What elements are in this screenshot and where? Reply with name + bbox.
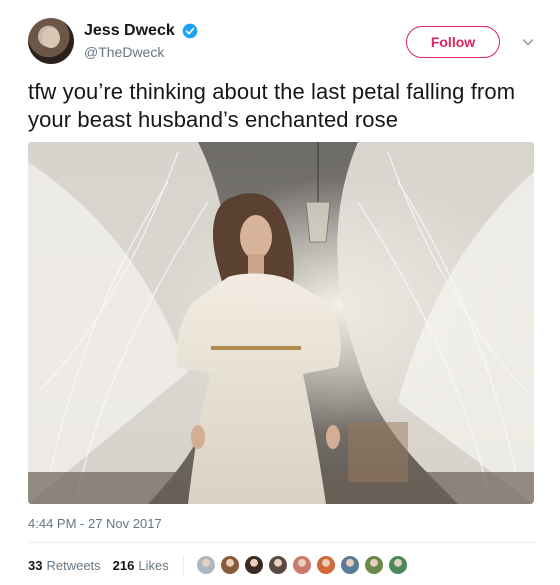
tweet-stats: 33 Retweets 216 Likes [28, 554, 412, 576]
retweets-stat[interactable]: 33 Retweets [28, 558, 101, 573]
verified-badge-icon [182, 23, 198, 39]
follow-button[interactable]: Follow [406, 26, 500, 58]
liker-avatar[interactable] [267, 555, 288, 575]
tweet-timestamp[interactable]: 4:44 PM - 27 Nov 2017 [28, 516, 162, 531]
liker-avatar[interactable] [243, 555, 264, 575]
author-handle[interactable]: @TheDweck [84, 44, 198, 60]
photo-illustration [28, 142, 534, 504]
chevron-down-icon[interactable] [522, 36, 534, 48]
tweet-photo[interactable] [28, 142, 534, 504]
likes-label: Likes [138, 557, 169, 573]
liker-avatar[interactable] [219, 555, 240, 575]
liker-avatar[interactable] [195, 555, 216, 575]
likes-count: 216 [112, 557, 135, 573]
liker-avatar[interactable] [339, 555, 360, 575]
author-display-name[interactable]: Jess Dweck [84, 22, 175, 40]
tweet-header: Jess Dweck @TheDweck Follow [28, 18, 538, 68]
liker-avatar[interactable] [363, 555, 384, 575]
stats-separator [182, 555, 184, 575]
author-info[interactable]: Jess Dweck @TheDweck [84, 22, 198, 60]
tweet-text: tfw you’re thinking about the last petal… [28, 79, 516, 132]
liker-avatars [195, 555, 412, 575]
retweets-label: Retweets [46, 557, 101, 573]
divider [28, 542, 536, 543]
liker-avatar[interactable] [291, 555, 312, 575]
liker-avatar[interactable] [315, 555, 336, 575]
retweets-count: 33 [28, 557, 43, 573]
author-avatar[interactable] [28, 18, 74, 64]
liker-avatar[interactable] [387, 555, 408, 575]
likes-stat[interactable]: 216 Likes [113, 558, 169, 573]
